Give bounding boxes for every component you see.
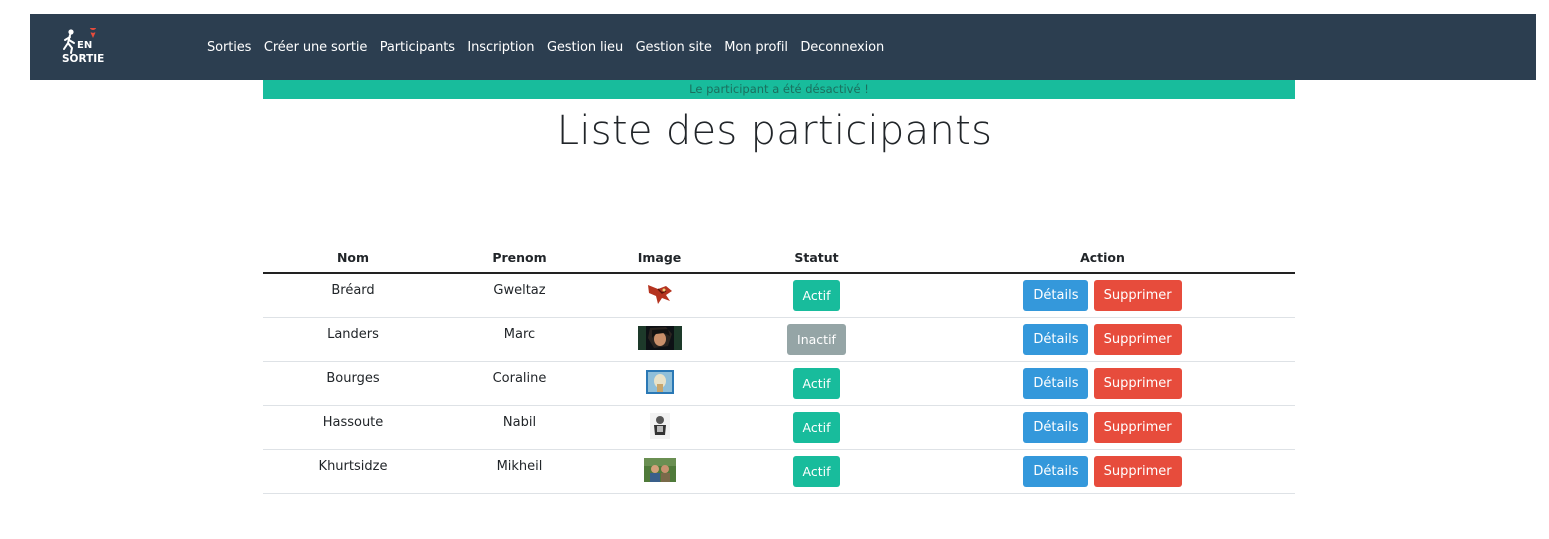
details-button[interactable]: Détails xyxy=(1023,456,1089,487)
cell-prenom: Gweltaz xyxy=(443,273,596,318)
cell-statut: Actif xyxy=(723,361,910,406)
participant-photo xyxy=(645,369,674,394)
table-row: Landers Marc Inactif Détails Supprimer xyxy=(263,317,1295,362)
nav-link-creer-sortie[interactable]: Créer une sortie xyxy=(264,40,368,55)
delete-button[interactable]: Supprimer xyxy=(1093,412,1182,443)
table-row: Khurtsidze Mikheil Actif Détails Supprim… xyxy=(263,449,1295,494)
cell-image xyxy=(596,449,723,494)
header-nom: Nom xyxy=(263,242,443,274)
details-button[interactable]: Détails xyxy=(1023,412,1089,443)
nav-link-mon-profil[interactable]: Mon profil xyxy=(724,40,788,55)
nav-link-gestion-site[interactable]: Gestion site xyxy=(636,40,712,55)
delete-button[interactable]: Supprimer xyxy=(1093,456,1182,487)
delete-button[interactable]: Supprimer xyxy=(1093,368,1182,399)
table-row: Bréard Gweltaz Actif Détails Supprimer xyxy=(263,273,1295,318)
status-badge: Actif xyxy=(792,368,841,399)
cell-nom: Bréard xyxy=(263,273,443,318)
table-row: Hassoute Nabil Actif Détails Supprimer xyxy=(263,405,1295,450)
table-header-row: Nom Prenom Image Statut Action xyxy=(263,242,1295,274)
details-button[interactable]: Détails xyxy=(1023,280,1089,311)
cell-prenom: Marc xyxy=(443,317,596,362)
nav-link-gestion-lieu[interactable]: Gestion lieu xyxy=(547,40,623,55)
navbar: EN SORTIE Sorties Créer une sortie Parti… xyxy=(30,14,1536,80)
cell-nom: Bourges xyxy=(263,361,443,406)
nav-link-deconnexion[interactable]: Deconnexion xyxy=(800,40,884,55)
participant-photo xyxy=(643,457,676,482)
header-statut: Statut xyxy=(723,242,910,274)
header-action: Action xyxy=(910,242,1295,274)
cell-statut: Actif xyxy=(723,405,910,450)
cell-action: Détails Supprimer xyxy=(910,273,1295,318)
table-row: Bourges Coraline Actif Détails Supprimer xyxy=(263,361,1295,406)
cell-action: Détails Supprimer xyxy=(910,449,1295,494)
nav-link-sorties[interactable]: Sorties xyxy=(207,40,251,55)
cell-action: Détails Supprimer xyxy=(910,361,1295,406)
nav-link-participants[interactable]: Participants xyxy=(380,40,455,55)
cell-statut: Inactif xyxy=(723,317,910,362)
cell-nom: Hassoute xyxy=(263,405,443,450)
delete-button[interactable]: Supprimer xyxy=(1093,324,1182,355)
logo-text-bottom: SORTIE xyxy=(62,53,104,65)
flash-message: Le participant a été désactivé ! xyxy=(263,80,1295,99)
page-title: Liste des participants xyxy=(556,108,993,154)
delete-button[interactable]: Supprimer xyxy=(1093,280,1182,311)
cell-action: Détails Supprimer xyxy=(910,405,1295,450)
details-button[interactable]: Détails xyxy=(1023,368,1089,399)
cell-prenom: Nabil xyxy=(443,405,596,450)
nav-links: Sorties Créer une sortie Participants In… xyxy=(207,14,897,80)
status-badge: Inactif xyxy=(787,324,846,355)
cell-prenom: Coraline xyxy=(443,361,596,406)
participant-photo xyxy=(649,412,670,439)
cell-image xyxy=(596,317,723,362)
cell-prenom: Mikheil xyxy=(443,449,596,494)
cell-image xyxy=(596,405,723,450)
cell-image xyxy=(596,273,723,318)
nav-link-inscription[interactable]: Inscription xyxy=(467,40,534,55)
cell-image xyxy=(596,361,723,406)
header-image: Image xyxy=(596,242,723,274)
cell-statut: Actif xyxy=(723,449,910,494)
cell-action: Détails Supprimer xyxy=(910,317,1295,362)
cell-statut: Actif xyxy=(723,273,910,318)
status-badge: Actif xyxy=(792,412,841,443)
details-button[interactable]: Détails xyxy=(1023,324,1089,355)
cell-nom: Landers xyxy=(263,317,443,362)
logo-text-top: EN xyxy=(77,40,92,51)
participant-photo xyxy=(637,325,682,350)
participant-photo xyxy=(643,280,676,307)
participants-table: Nom Prenom Image Statut Action Bréard Gw… xyxy=(263,242,1295,494)
status-badge: Actif xyxy=(792,280,841,311)
logo[interactable]: EN SORTIE xyxy=(60,28,106,68)
cell-nom: Khurtsidze xyxy=(263,449,443,494)
header-prenom: Prenom xyxy=(443,242,596,274)
status-badge: Actif xyxy=(792,456,841,487)
